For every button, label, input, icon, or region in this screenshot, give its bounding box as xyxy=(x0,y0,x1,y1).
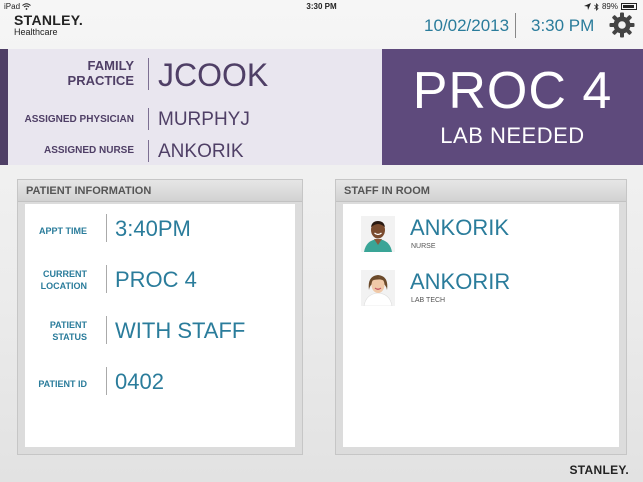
info-value: 0402 xyxy=(115,369,164,394)
info-label: PATIENT STATUS xyxy=(17,319,87,343)
room-name: PROC 4 xyxy=(412,62,613,120)
info-row-patient-id: PATIENT ID 0402 xyxy=(25,367,295,399)
header-divider xyxy=(515,13,516,38)
info-divider xyxy=(106,265,107,293)
footer-brand: STANLEY. xyxy=(569,463,629,477)
practice-label: FAMILY PRACTICE xyxy=(68,58,134,88)
battery-icon xyxy=(621,3,637,10)
staff-panel: STAFF IN ROOM ANKORIK NURSE ANKORIR LAB … xyxy=(335,179,627,455)
male-avatar-icon xyxy=(361,216,395,252)
staff-role: NURSE xyxy=(411,243,436,250)
assignment-panel: FAMILY PRACTICE JCOOK ASSIGNED PHYSICIAN… xyxy=(0,49,382,165)
info-row-appt-time: APPT TIME 3:40PM xyxy=(25,214,295,246)
brand-sub: Healthcare xyxy=(14,27,58,37)
info-label-line2: LOCATION xyxy=(40,281,87,291)
staff-panel-body: ANKORIK NURSE ANKORIR LAB TECH xyxy=(343,204,619,447)
gear-icon[interactable] xyxy=(609,12,635,38)
brand-name: STANLEY. xyxy=(14,12,84,28)
physician-value: MURPHYJ xyxy=(158,109,250,130)
info-divider xyxy=(106,214,107,242)
header-date: 10/02/2013 xyxy=(424,16,510,35)
staff-panel-title: STAFF IN ROOM xyxy=(336,180,626,202)
room-status: LAB NEEDED xyxy=(440,123,585,148)
patient-info-body: APPT TIME 3:40PM CURRENT LOCATION PROC 4… xyxy=(25,204,295,447)
info-label-line2: STATUS xyxy=(52,332,87,342)
room-status-panel: PROC 4 LAB NEEDED xyxy=(382,49,643,165)
practice-divider xyxy=(148,58,149,90)
nurse-divider xyxy=(148,140,149,162)
info-label-line1: PATIENT xyxy=(49,320,87,330)
practice-value: JCOOK xyxy=(158,57,269,93)
bluetooth-icon xyxy=(594,2,599,11)
info-value: WITH STAFF xyxy=(115,318,246,343)
nurse-value: ANKORIK xyxy=(158,141,244,162)
status-right: 89% xyxy=(583,2,637,11)
location-arrow-icon xyxy=(583,3,591,10)
staff-member[interactable]: ANKORIK NURSE xyxy=(343,214,619,258)
practice-label-line2: PRACTICE xyxy=(67,73,134,88)
practice-label-line1: FAMILY xyxy=(87,58,134,73)
status-bar: iPad 3:30 PM 89% xyxy=(0,0,643,14)
brand-logo: STANLEY. Healthcare xyxy=(14,13,83,37)
info-label-line1: CURRENT xyxy=(43,269,87,279)
staff-member[interactable]: ANKORIR LAB TECH xyxy=(343,268,619,312)
info-label: APPT TIME xyxy=(17,225,87,237)
female-avatar-icon xyxy=(361,270,395,306)
info-row-location: CURRENT LOCATION PROC 4 xyxy=(25,265,295,297)
info-value: PROC 4 xyxy=(115,267,197,292)
info-label: PATIENT ID xyxy=(17,378,87,390)
info-label: CURRENT LOCATION xyxy=(17,268,87,292)
status-time: 3:30 PM xyxy=(306,2,337,11)
staff-name: ANKORIK xyxy=(410,215,510,240)
info-label-line1: PATIENT ID xyxy=(38,379,87,389)
info-divider xyxy=(106,367,107,395)
nurse-label: ASSIGNED NURSE xyxy=(43,145,134,156)
info-label-line1: APPT TIME xyxy=(38,226,87,236)
physician-divider xyxy=(148,108,149,130)
room-banner: FAMILY PRACTICE JCOOK ASSIGNED PHYSICIAN… xyxy=(0,49,643,165)
info-row-status: PATIENT STATUS WITH STAFF xyxy=(25,316,295,348)
battery-percent: 89% xyxy=(601,2,618,11)
header-time: 3:30 PM xyxy=(531,16,595,35)
staff-name: ANKORIR xyxy=(410,269,511,294)
patient-info-title: PATIENT INFORMATION xyxy=(18,180,302,202)
staff-role: LAB TECH xyxy=(411,297,446,304)
info-divider xyxy=(106,316,107,344)
info-value: 3:40PM xyxy=(115,216,191,241)
physician-label: ASSIGNED PHYSICIAN xyxy=(24,114,134,125)
patient-info-panel: PATIENT INFORMATION APPT TIME 3:40PM CUR… xyxy=(17,179,303,455)
